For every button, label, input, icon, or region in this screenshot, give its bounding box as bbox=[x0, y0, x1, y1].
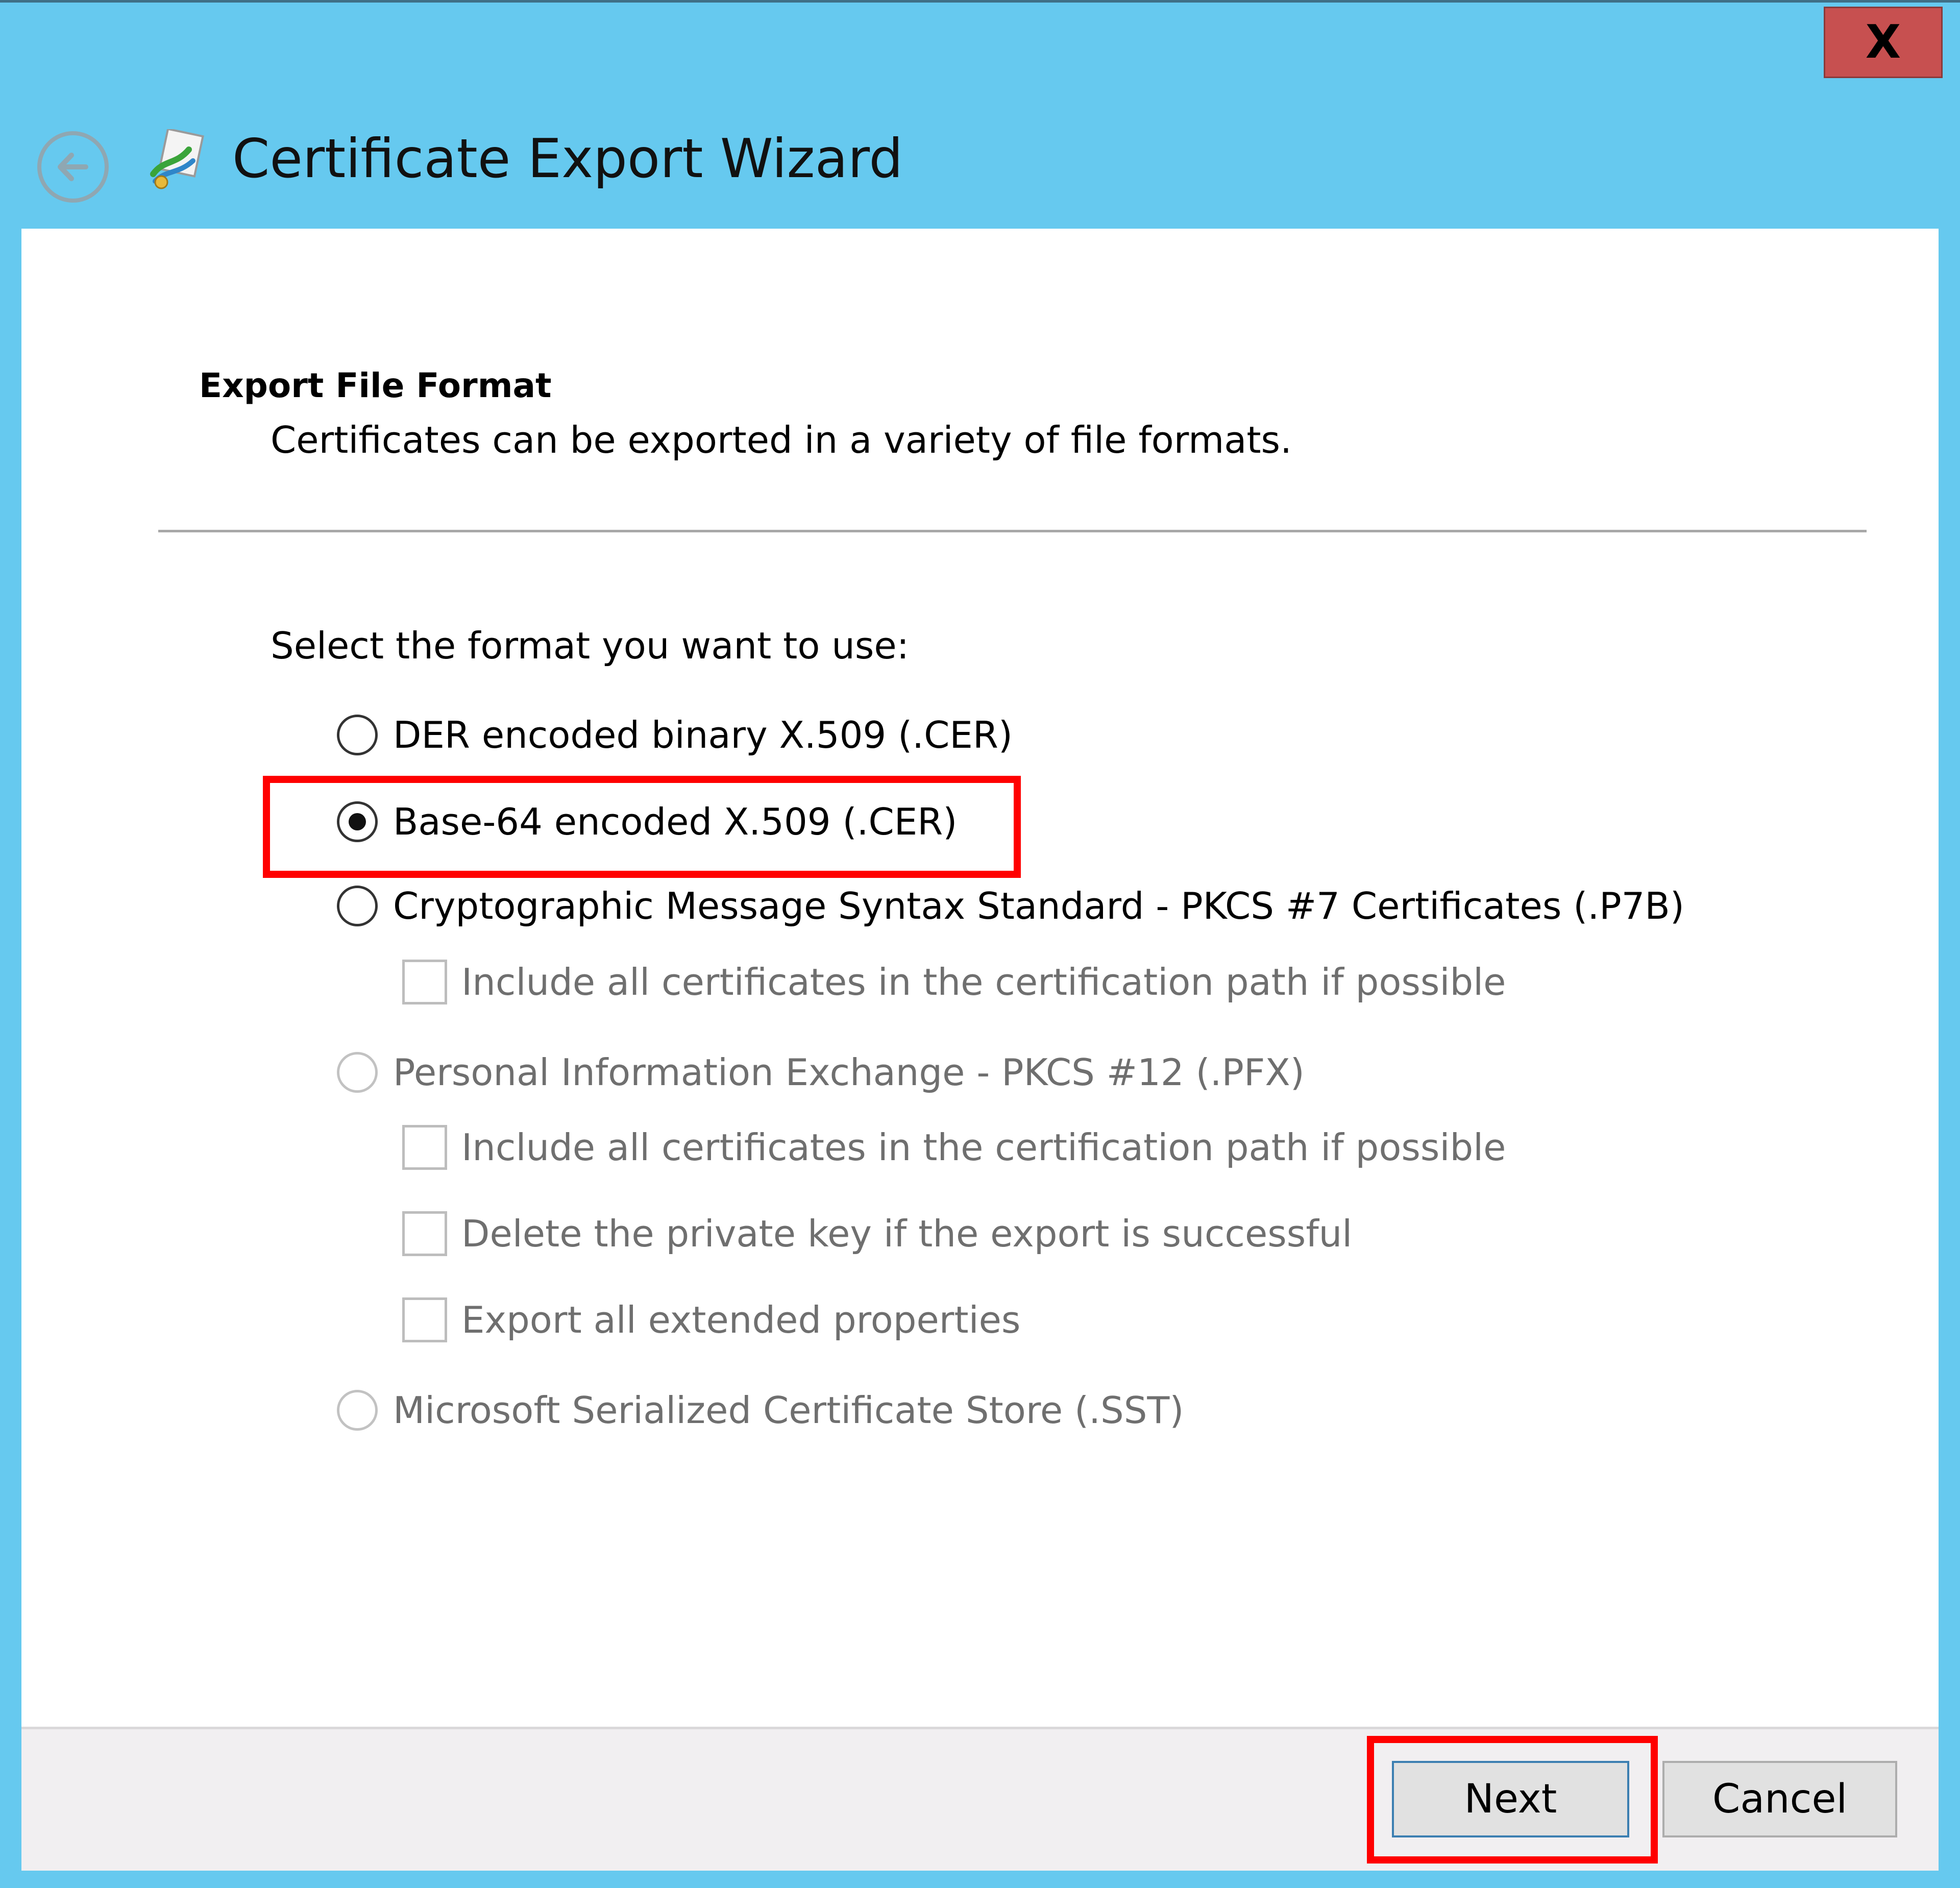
close-icon: X bbox=[1865, 15, 1901, 69]
close-button[interactable]: X bbox=[1824, 7, 1943, 78]
checkbox[interactable] bbox=[402, 1211, 447, 1256]
certificate-wizard-icon bbox=[150, 129, 204, 189]
checkbox-pkcs7-include-path-label: Include all certificates in the certific… bbox=[461, 961, 1506, 1003]
radio-button[interactable] bbox=[337, 886, 378, 926]
cancel-button-label: Cancel bbox=[1712, 1776, 1848, 1822]
checkbox[interactable] bbox=[402, 960, 447, 1004]
radio-pfx[interactable]: Personal Information Exchange - PKCS #12… bbox=[337, 1051, 1305, 1094]
checkbox[interactable] bbox=[402, 1297, 447, 1342]
radio-button[interactable] bbox=[337, 715, 378, 755]
checkbox-pfx-delete-key[interactable]: Delete the private key if the export is … bbox=[402, 1211, 1352, 1256]
checkbox-pfx-include-path[interactable]: Include all certificates in the certific… bbox=[402, 1125, 1506, 1170]
window-title: Certificate Export Wizard bbox=[232, 128, 903, 190]
wizard-window: X Certificate Export Wizard Export File … bbox=[0, 0, 1960, 1888]
cancel-button[interactable]: Cancel bbox=[1662, 1761, 1897, 1837]
radio-pkcs7-label: Cryptographic Message Syntax Standard - … bbox=[393, 885, 1684, 927]
radio-der-label: DER encoded binary X.509 (.CER) bbox=[393, 714, 1013, 756]
checkbox-pfx-delete-key-label: Delete the private key if the export is … bbox=[461, 1212, 1353, 1255]
checkbox-pfx-export-props[interactable]: Export all extended properties bbox=[402, 1297, 1020, 1342]
base64-highlight-box bbox=[263, 776, 1021, 878]
checkbox[interactable] bbox=[402, 1125, 447, 1170]
page-subheading: Certificates can be exported in a variet… bbox=[271, 419, 1292, 461]
next-highlight-box bbox=[1367, 1736, 1658, 1864]
checkbox-pfx-export-props-label: Export all extended properties bbox=[461, 1298, 1021, 1341]
radio-pkcs7[interactable]: Cryptographic Message Syntax Standard - … bbox=[337, 885, 1684, 927]
radio-sst[interactable]: Microsoft Serialized Certificate Store (… bbox=[337, 1389, 1184, 1432]
format-prompt: Select the format you want to use: bbox=[271, 624, 909, 667]
back-button[interactable] bbox=[37, 131, 109, 203]
page-heading: Export File Format bbox=[199, 366, 552, 405]
radio-der[interactable]: DER encoded binary X.509 (.CER) bbox=[337, 714, 1013, 756]
back-arrow-icon bbox=[58, 153, 88, 181]
radio-button-disabled[interactable] bbox=[337, 1052, 378, 1093]
radio-button-disabled[interactable] bbox=[337, 1390, 378, 1431]
radio-pfx-label: Personal Information Exchange - PKCS #12… bbox=[393, 1051, 1305, 1094]
header-divider bbox=[158, 530, 1867, 532]
radio-sst-label: Microsoft Serialized Certificate Store (… bbox=[393, 1389, 1184, 1432]
checkbox-pkcs7-include-path[interactable]: Include all certificates in the certific… bbox=[402, 960, 1506, 1004]
checkbox-pfx-include-path-label: Include all certificates in the certific… bbox=[461, 1126, 1506, 1169]
